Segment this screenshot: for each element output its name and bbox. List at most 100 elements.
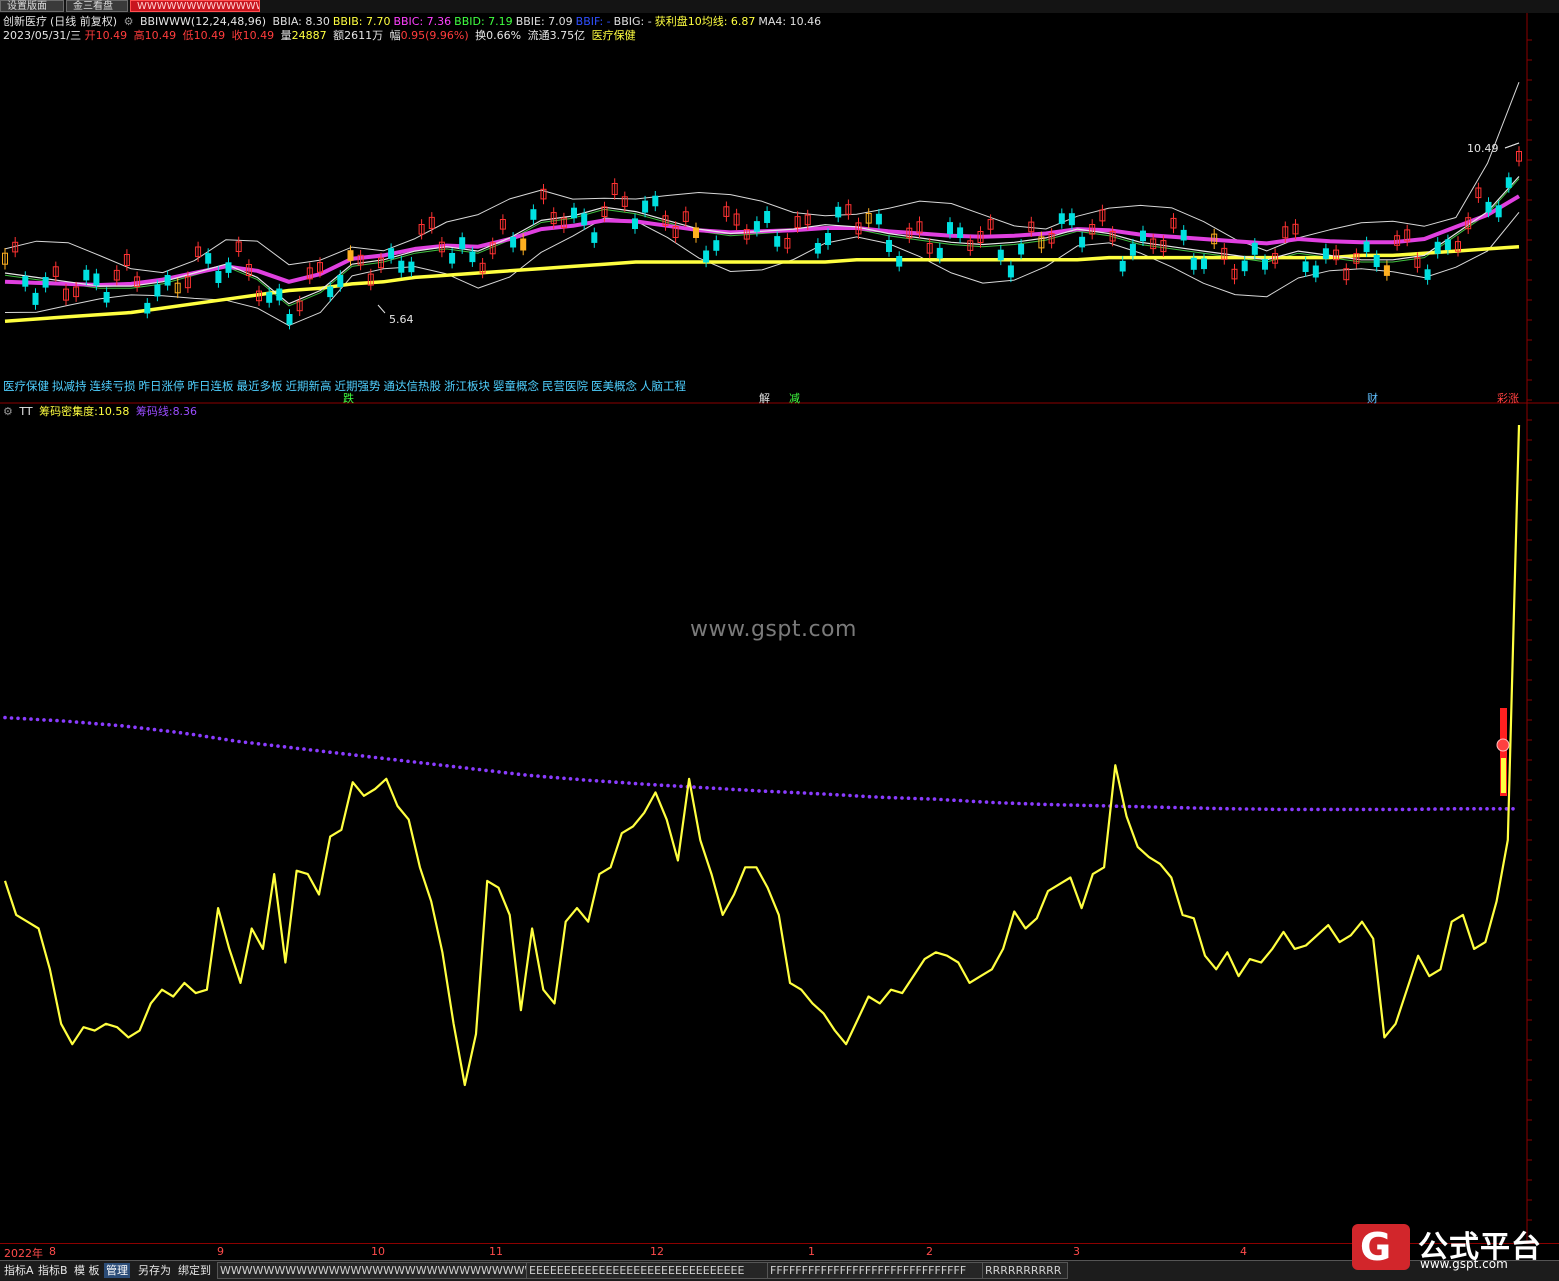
candle-body [764,211,771,223]
concept-tag[interactable]: 医疗保健 [3,379,49,393]
concept-tag[interactable]: 民营医院 [542,379,588,393]
indicator-value: BBIC: 7.36 [393,15,452,28]
chip-line-dot [1166,805,1171,810]
chip-line-dot [1459,807,1463,811]
chip-line-dot [1186,806,1190,810]
chip-line-dot [783,790,787,794]
chip-line-dot [893,796,898,800]
indicator-b-button[interactable]: 指标B [36,1263,70,1278]
indicator-name[interactable]: BBIWWW(12,24,48,96) [140,15,266,28]
chip-line-dot [1485,807,1489,811]
high-label: 高 [133,29,145,42]
chip-line-dot [1088,803,1093,808]
density-label: 筹码密集度: [39,405,98,418]
candle-body [215,271,222,283]
chip-line-dot [1374,807,1379,812]
concept-tag[interactable]: 近期新高 [286,379,332,393]
indicator-a-button[interactable]: 指标A [2,1263,36,1278]
chip-line-dot [542,774,547,779]
chip-line-dot [1004,801,1008,805]
template-button[interactable]: 模 板 [72,1263,102,1278]
indicator-strip-r[interactable]: RRRRRRRRRR [982,1262,1068,1279]
chip-line-dot [1069,803,1073,807]
concept-tag[interactable]: 人脑工程 [640,379,686,393]
bbi-yellow-line [4,244,1520,323]
candle-body [642,200,649,213]
chip-line-dot [250,741,254,745]
chip-line-dot [230,738,235,743]
chip-line-dot [854,794,859,798]
indicator-strip-w[interactable]: WWWWWWWWWWWWWWWWWWWWWWWWWWWWWWW [217,1262,527,1279]
chip-line-dot [705,786,709,790]
chip-line-dot [1140,805,1145,809]
candle-body [753,221,760,232]
chip-line-dot [276,744,280,748]
chip-line-dot [991,800,995,805]
candle-body [286,314,293,325]
density-value: 10.58 [97,405,130,418]
chip-line-dot [796,790,800,795]
chip-line-dot [529,773,534,778]
chip-line-dot [1153,805,1158,809]
sub-indicator-name[interactable]: TT [19,405,32,418]
float-value: 3.75亿 [549,29,586,42]
concept-tag[interactable]: 浙江板块 [444,379,490,393]
change-label: 幅 [389,29,401,42]
chip-line-dot [828,792,833,797]
chip-line-dot [419,761,423,765]
chip-line-dot [146,727,150,731]
signal-marker [1496,738,1510,752]
chip-line-dot [315,748,319,753]
indicator-strip-e[interactable]: EEEEEEEEEEEEEEEEEEEEEEEEEEEEEEE [526,1262,768,1279]
chip-line-dot [1452,807,1457,811]
concept-tag[interactable]: 拟减持 [52,379,87,393]
concept-tag[interactable]: 近期强势 [335,379,381,393]
chip-line-dot [113,723,118,728]
chip-line-dot [471,767,475,771]
chip-line-dot [809,791,813,796]
date-tick: 10 [371,1245,385,1258]
candle-body [1434,241,1441,254]
date-tick: 1 [808,1245,815,1258]
chip-line-dot [1257,807,1262,811]
concept-tag[interactable]: 婴童概念 [493,379,539,393]
indicator-strip-f[interactable]: FFFFFFFFFFFFFFFFFFFFFFFFFFFFFFF [767,1262,983,1279]
candle-body [1495,205,1502,218]
concept-tag[interactable]: 医美概念 [591,379,637,393]
concept-tag[interactable]: 昨日涨停 [139,379,185,393]
concept-tag[interactable]: 昨日连板 [188,379,234,393]
high-value: 10.49 [144,29,177,42]
indicator-value: BBIB: 7.70 [332,15,391,28]
chip-line-dot [724,787,729,791]
chip-line-dot [191,732,196,737]
save-as-button[interactable]: 另存为 [136,1263,173,1278]
candle-body [347,250,354,261]
chip-line-dot [1238,807,1242,811]
chip-line-dot [1179,805,1184,810]
candle-body [814,243,821,254]
chip-line-dot [575,777,579,782]
chip-line-dot [445,764,449,768]
chip-line-dot [867,794,872,799]
settings-icon[interactable]: ⚙ [124,15,134,28]
chip-line-dot [172,730,176,734]
concept-tag[interactable]: 最近多板 [237,379,283,393]
concept-tag[interactable]: 通达信热股 [384,379,442,393]
chip-line-dot [510,771,514,776]
close-value: 10.49 [242,29,275,42]
candle-body [835,206,842,218]
indicator-value: MA4: 10.46 [758,15,822,28]
sub-settings-icon[interactable]: ⚙ [3,405,13,418]
bind-to-button[interactable]: 绑定到 [176,1263,213,1278]
candle-body [469,251,476,263]
indicator-value: 获利盘10均线: 6.87 [654,15,756,28]
date-tick: 8 [49,1245,56,1258]
manage-button[interactable]: 管理 [104,1263,130,1278]
chip-line-dot [237,739,241,744]
chip-line-dot [1147,805,1151,809]
chip-line-dot [289,745,293,750]
chip-line-dot [516,772,521,776]
candle-body [449,253,456,264]
concept-tag[interactable]: 连续亏损 [90,379,136,393]
candle-body [693,227,699,238]
